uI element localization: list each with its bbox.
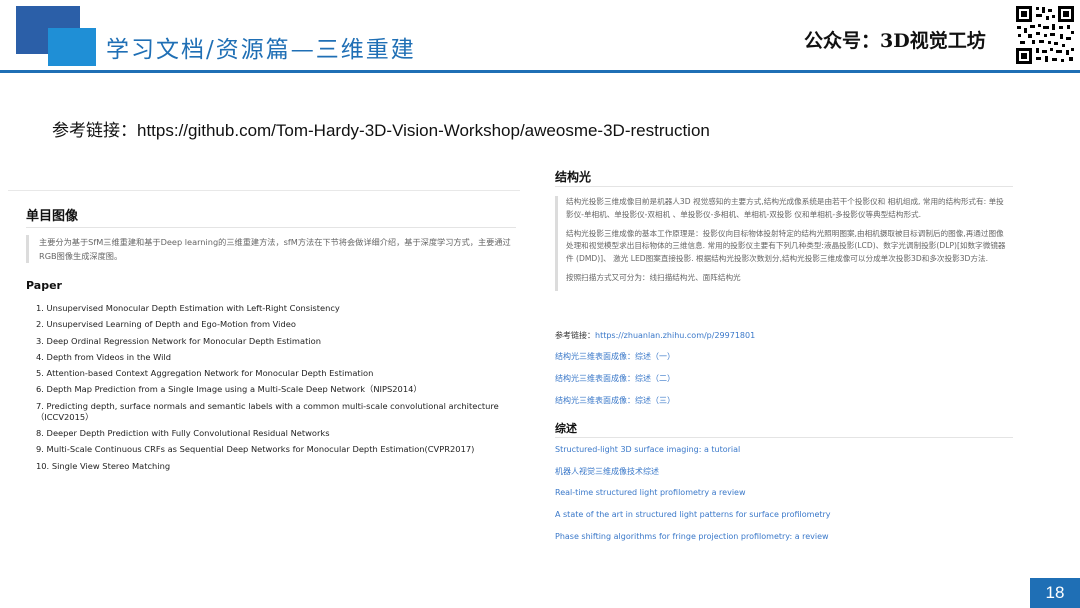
page-number: 18 [1030, 578, 1080, 608]
review-link-3[interactable]: 结构光三维表面成像：综述（三） [555, 395, 675, 406]
survey-link[interactable]: Real-time structured light profilometry … [555, 488, 746, 497]
paper-item: 6. Depth Map Prediction from a Single Im… [36, 384, 422, 395]
reference-label: 参考链接： [555, 331, 595, 340]
structured-light-quote: 结构光投影三维成像目前是机器人3D 视觉感知的主要方式,结构光成像系统是由若干个… [555, 196, 1011, 291]
paper-heading: Paper [26, 279, 62, 292]
review-link-2[interactable]: 结构光三维表面成像：综述（二） [555, 373, 675, 384]
monocular-heading: 单目图像 [26, 209, 79, 224]
brand-label: 公众号：3D视觉工坊 [804, 30, 986, 52]
survey-link[interactable]: Structured-light 3D surface imaging: a t… [555, 445, 740, 454]
paper-item: 8. Deeper Depth Prediction with Fully Co… [36, 428, 330, 439]
structured-light-panel: 结构光 结构光投影三维成像目前是机器人3D 视觉感知的主要方式,结构光成像系统是… [548, 160, 1018, 555]
paper-item: 9. Multi-Scale Continuous CRFs as Sequen… [36, 444, 475, 455]
zhihu-link[interactable]: https://zhuanlan.zhihu.com/p/29971801 [595, 331, 755, 340]
paper-item: 1. Unsupervised Monocular Depth Estimati… [36, 303, 340, 313]
review-heading: 综述 [555, 422, 577, 435]
qr-code-icon [1014, 4, 1076, 66]
monocular-panel: 单目图像 主要分为基于SfM三维重建和基于Deep learning的三维重建方… [8, 190, 520, 482]
paper-item: 10. Single View Stereo Matching [36, 460, 171, 471]
survey-link[interactable]: 机器人视觉三维成像技术综述 [555, 466, 659, 477]
page-title: 学习文档/资源篇—三维重建 [106, 37, 416, 63]
quote-paragraph: 结构光投影三维成像目前是机器人3D 视觉感知的主要方式,结构光成像系统是由若干个… [566, 197, 1004, 219]
paper-item: 7. Predicting depth, surface normals and… [36, 400, 499, 422]
section-divider [555, 186, 1013, 187]
header-divider [0, 70, 1080, 73]
paper-item: 4. Depth from Videos in the Wild [36, 351, 171, 362]
structured-light-reference: 参考链接：https://zhuanlan.zhihu.com/p/299718… [555, 330, 755, 341]
survey-link[interactable]: A state of the art in structured light p… [555, 510, 831, 519]
section-divider [555, 437, 1013, 438]
monocular-quote: 主要分为基于SfM三维重建和基于Deep learning的三维重建方法，sfM… [26, 235, 512, 263]
review-link-1[interactable]: 结构光三维表面成像：综述（一） [555, 351, 675, 362]
header-decor-square-light [48, 28, 96, 66]
section-divider [26, 227, 516, 228]
reference-label: 参考链接： [52, 121, 137, 141]
reference-line: 参考链接：https://github.com/Tom-Hardy-3D-Vis… [52, 116, 710, 141]
survey-link[interactable]: Phase shifting algorithms for fringe pro… [555, 532, 829, 541]
paper-list: 1. Unsupervised Monocular Depth Estimati… [36, 303, 506, 477]
paper-item: 2. Unsupervised Learning of Depth and Eg… [36, 319, 296, 330]
quote-paragraph: 按照扫描方式又可分为：线扫描结构光、面阵结构光 [566, 272, 741, 282]
paper-item: 3. Deep Ordinal Regression Network for M… [36, 335, 321, 346]
paper-item: 5. Attention-based Context Aggregation N… [36, 368, 374, 379]
structured-light-heading: 结构光 [555, 170, 592, 184]
reference-url[interactable]: https://github.com/Tom-Hardy-3D-Vision-W… [137, 121, 710, 140]
quote-paragraph: 结构光投影三维成像的基本工作原理是：投影仪向目标物体投射特定的结构光照明图案,由… [566, 228, 1006, 264]
